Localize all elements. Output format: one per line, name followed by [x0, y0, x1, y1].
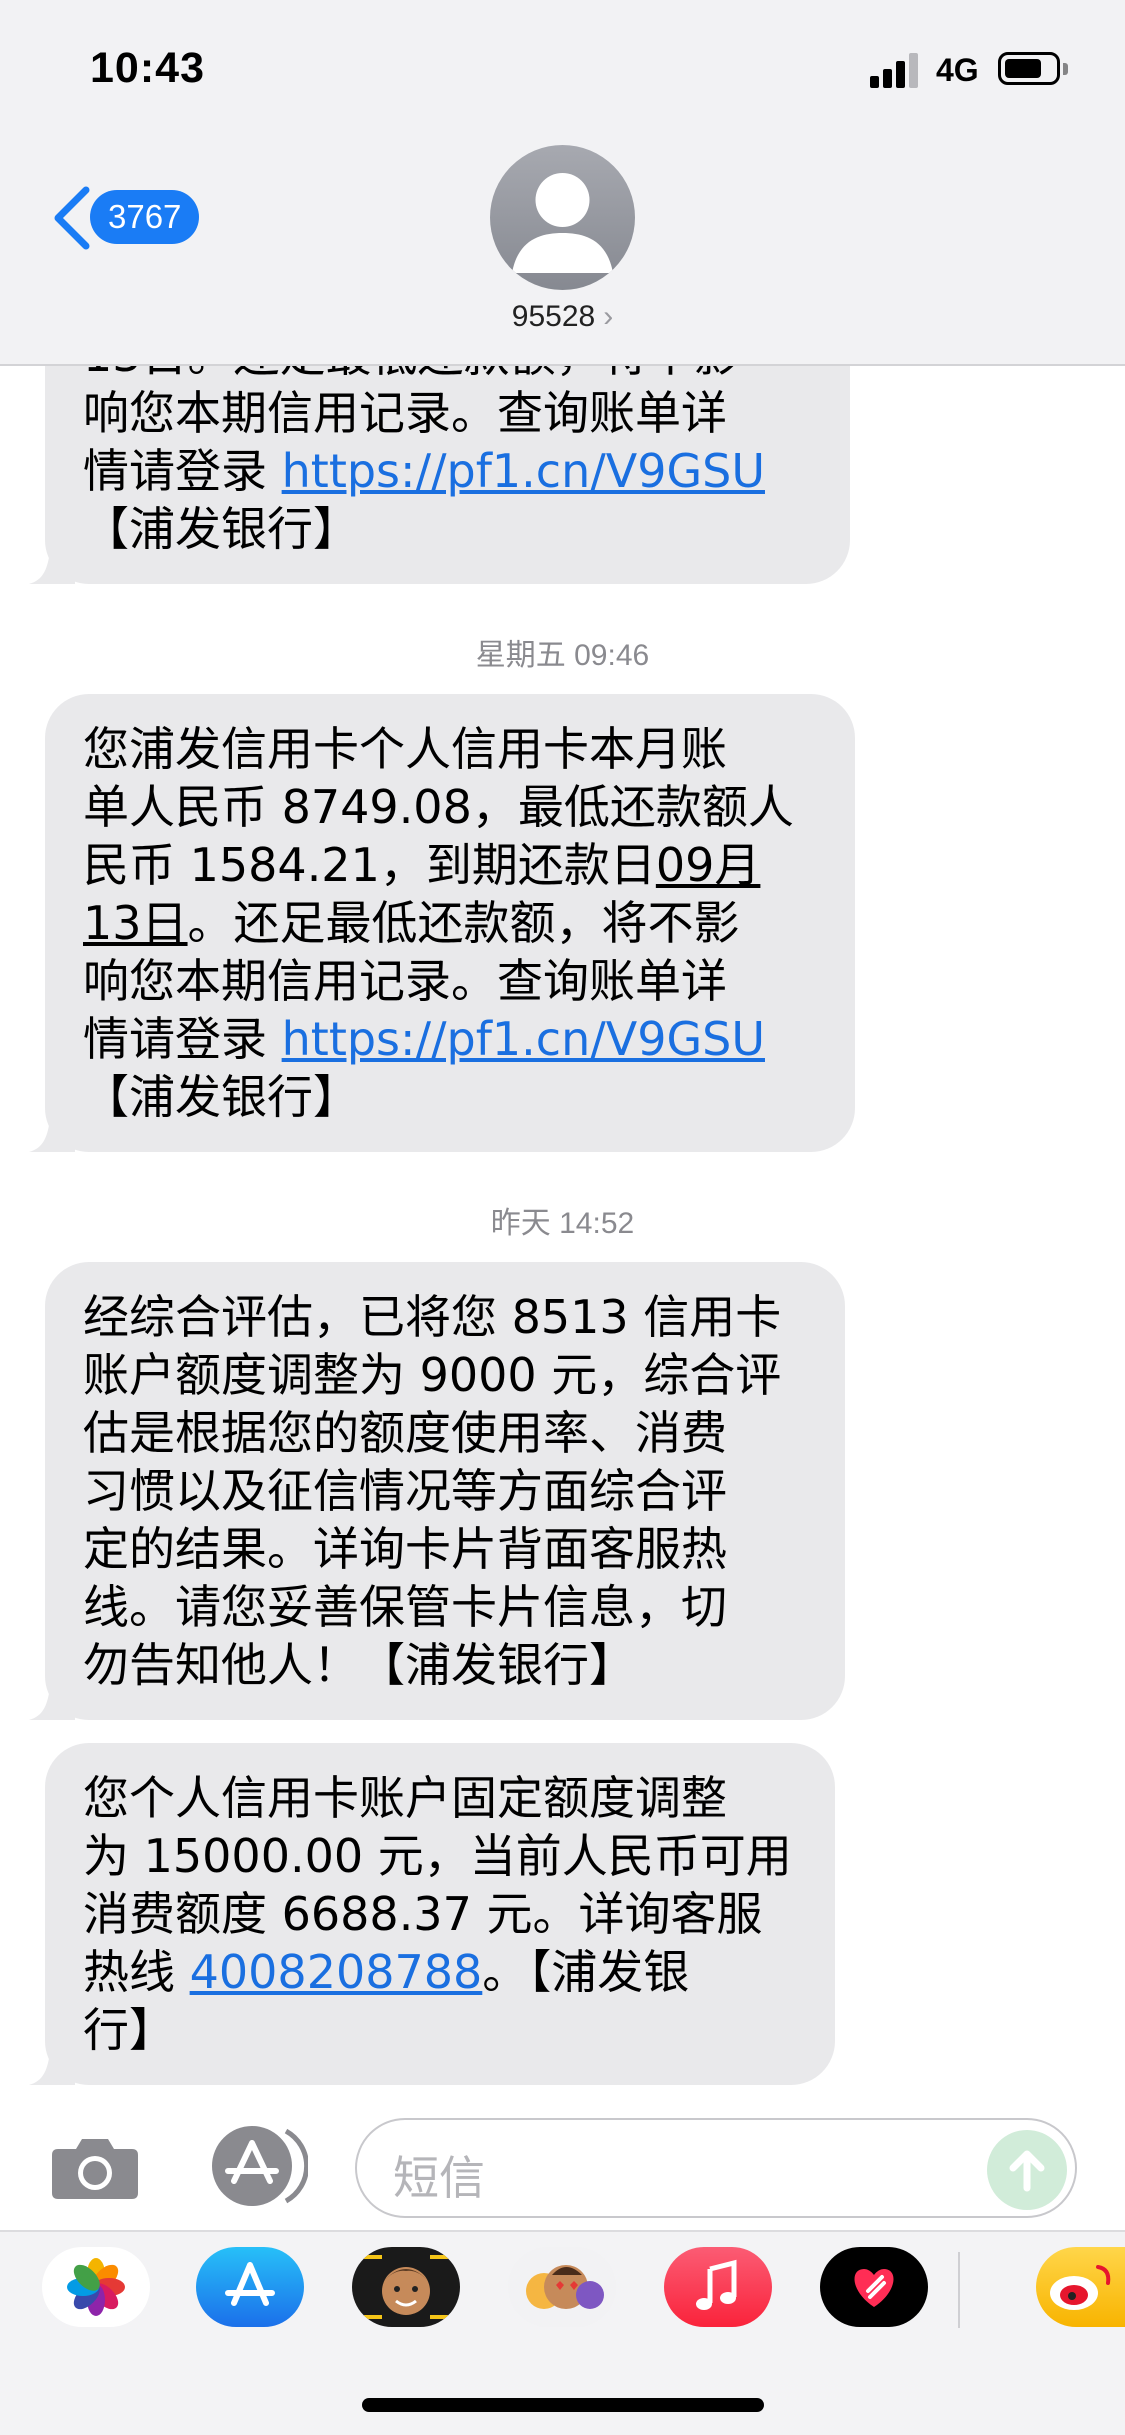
message-text: 热线 [83, 1945, 190, 1999]
memoji-face [364, 2255, 448, 2319]
status-time: 10:43 [90, 44, 205, 92]
message-line: 【浦发银行】 [83, 1070, 359, 1124]
camera-icon[interactable] [50, 2133, 140, 2201]
message-text: 。【浦发银 [482, 1945, 690, 1999]
message-timestamp: 星期五 09:46 [475, 639, 650, 672]
animoji-icon[interactable] [508, 2247, 616, 2327]
message-line: 您个人信用卡账户固定额度调整 [83, 1771, 727, 1825]
contact-chevron-icon: › [603, 300, 614, 333]
message-line: 习惯以及征信情况等方面综合评 [83, 1464, 727, 1518]
due-date-link[interactable]: 13日 [83, 896, 188, 950]
memoji-icon[interactable] [352, 2247, 460, 2327]
bubble-tail [29, 1676, 75, 1720]
message-bubble[interactable]: 您个人信用卡账户固定额度调整 为 15000.00 元，当前人民币可用 消费额度… [29, 1743, 835, 2085]
message-link[interactable]: https://pf1.cn/V9GSU [282, 1012, 765, 1066]
message-line: 民币 1584.21，到期还款日09月 [83, 836, 817, 894]
photos-petals [67, 2258, 125, 2316]
app-store-icon[interactable] [196, 2247, 304, 2327]
message-line: 热线 4008208788。【浦发银 [83, 1943, 797, 2001]
message-line: 为 15000.00 元，当前人民币可用 [83, 1829, 792, 1883]
message-line: 行】 [83, 2003, 175, 2057]
conversation-header: 10:43 4G 3767 95528 › [0, 0, 1125, 366]
weibo-icon[interactable] [1036, 2247, 1125, 2327]
message-line: 线。请您妥善保管卡片信息，切 [83, 1580, 727, 1634]
bubble-tail [29, 2041, 75, 2085]
message-line: 您浦发信用卡个人信用卡本月账 [83, 722, 727, 776]
message-input-placeholder: 短信 [393, 2151, 485, 2205]
message-line: 账户额度调整为 9000 元，综合评 [83, 1348, 782, 1402]
bubble-tail [29, 540, 75, 584]
message-line: 13日。还足最低还款额，将不影 [83, 894, 817, 952]
due-date-link[interactable]: 09月 [656, 838, 761, 892]
app-store-glyph [225, 2262, 275, 2306]
message-line: 响您本期信用记录。查询账单详 [83, 954, 727, 1008]
music-note [696, 2259, 737, 2310]
message-line: 经综合评估，已将您 8513 信用卡 [83, 1290, 782, 1344]
bubble-tail [29, 1108, 75, 1152]
message-line: 定的结果。详询卡片背面客服热 [83, 1522, 727, 1576]
back-unread-badge[interactable]: 3767 [90, 190, 200, 244]
home-indicator[interactable] [362, 2398, 764, 2412]
message-text: 民币 1584.21，到期还款日 [83, 838, 656, 892]
animoji-faces [526, 2265, 604, 2309]
message-line: 情请登录 https://pf1.cn/V9GSU [83, 442, 812, 500]
message-bubble[interactable]: 您浦发信用卡个人信用卡本月账 单人民币 8749.08，最低还款额人 民币 15… [29, 694, 855, 1152]
message-line: 勿告知他人！【浦发银行】 [83, 1638, 635, 1692]
message-line: 响您本期信用记录。查询账单详 [83, 386, 727, 440]
contact-avatar[interactable] [490, 145, 635, 290]
message-line: 【浦发银行】 [83, 502, 359, 556]
phone-link[interactable]: 4008208788 [190, 1945, 483, 1999]
message-text: 。还足最低还款额，将不影 [187, 896, 740, 950]
message-input[interactable]: 短信 [355, 2118, 1077, 2218]
send-button[interactable] [987, 2130, 1067, 2210]
digital-touch-heart [854, 2269, 894, 2307]
battery-tip [1063, 63, 1068, 75]
music-icon[interactable] [664, 2247, 772, 2327]
digital-touch-icon[interactable] [820, 2247, 928, 2327]
app-store-button-icon[interactable] [200, 2123, 308, 2209]
message-text: 情请登录 [83, 1012, 282, 1066]
message-timestamp: 昨天 14:52 [490, 1207, 635, 1240]
contact-name-row[interactable]: 95528 › [0, 300, 1125, 334]
message-line: 单人民币 8749.08，最低还款额人 [83, 780, 794, 834]
network-type: 4G [936, 52, 979, 88]
battery-icon [998, 52, 1060, 85]
message-line: 估是根据您的额度使用率、消费 [83, 1406, 727, 1460]
weibo-glyph [1050, 2265, 1111, 2310]
back-chevron-icon[interactable] [50, 186, 94, 250]
drawer-divider [958, 2252, 960, 2328]
send-arrow-icon [1009, 2150, 1045, 2192]
message-link[interactable]: https://pf1.cn/V9GSU [282, 444, 765, 498]
message-line: 情请登录 https://pf1.cn/V9GSU [83, 1010, 817, 1068]
message-text: 情请登录 [83, 444, 282, 498]
contact-name[interactable]: 95528 [512, 300, 595, 333]
cellular-signal-icon [870, 52, 922, 88]
message-line: 消费额度 6688.37 元。详询客服 [83, 1887, 763, 1941]
message-bubble[interactable]: 经综合评估，已将您 8513 信用卡 账户额度调整为 9000 元，综合评 估是… [29, 1262, 845, 1720]
person-silhouette-icon [512, 173, 613, 273]
photos-icon[interactable] [42, 2247, 150, 2327]
